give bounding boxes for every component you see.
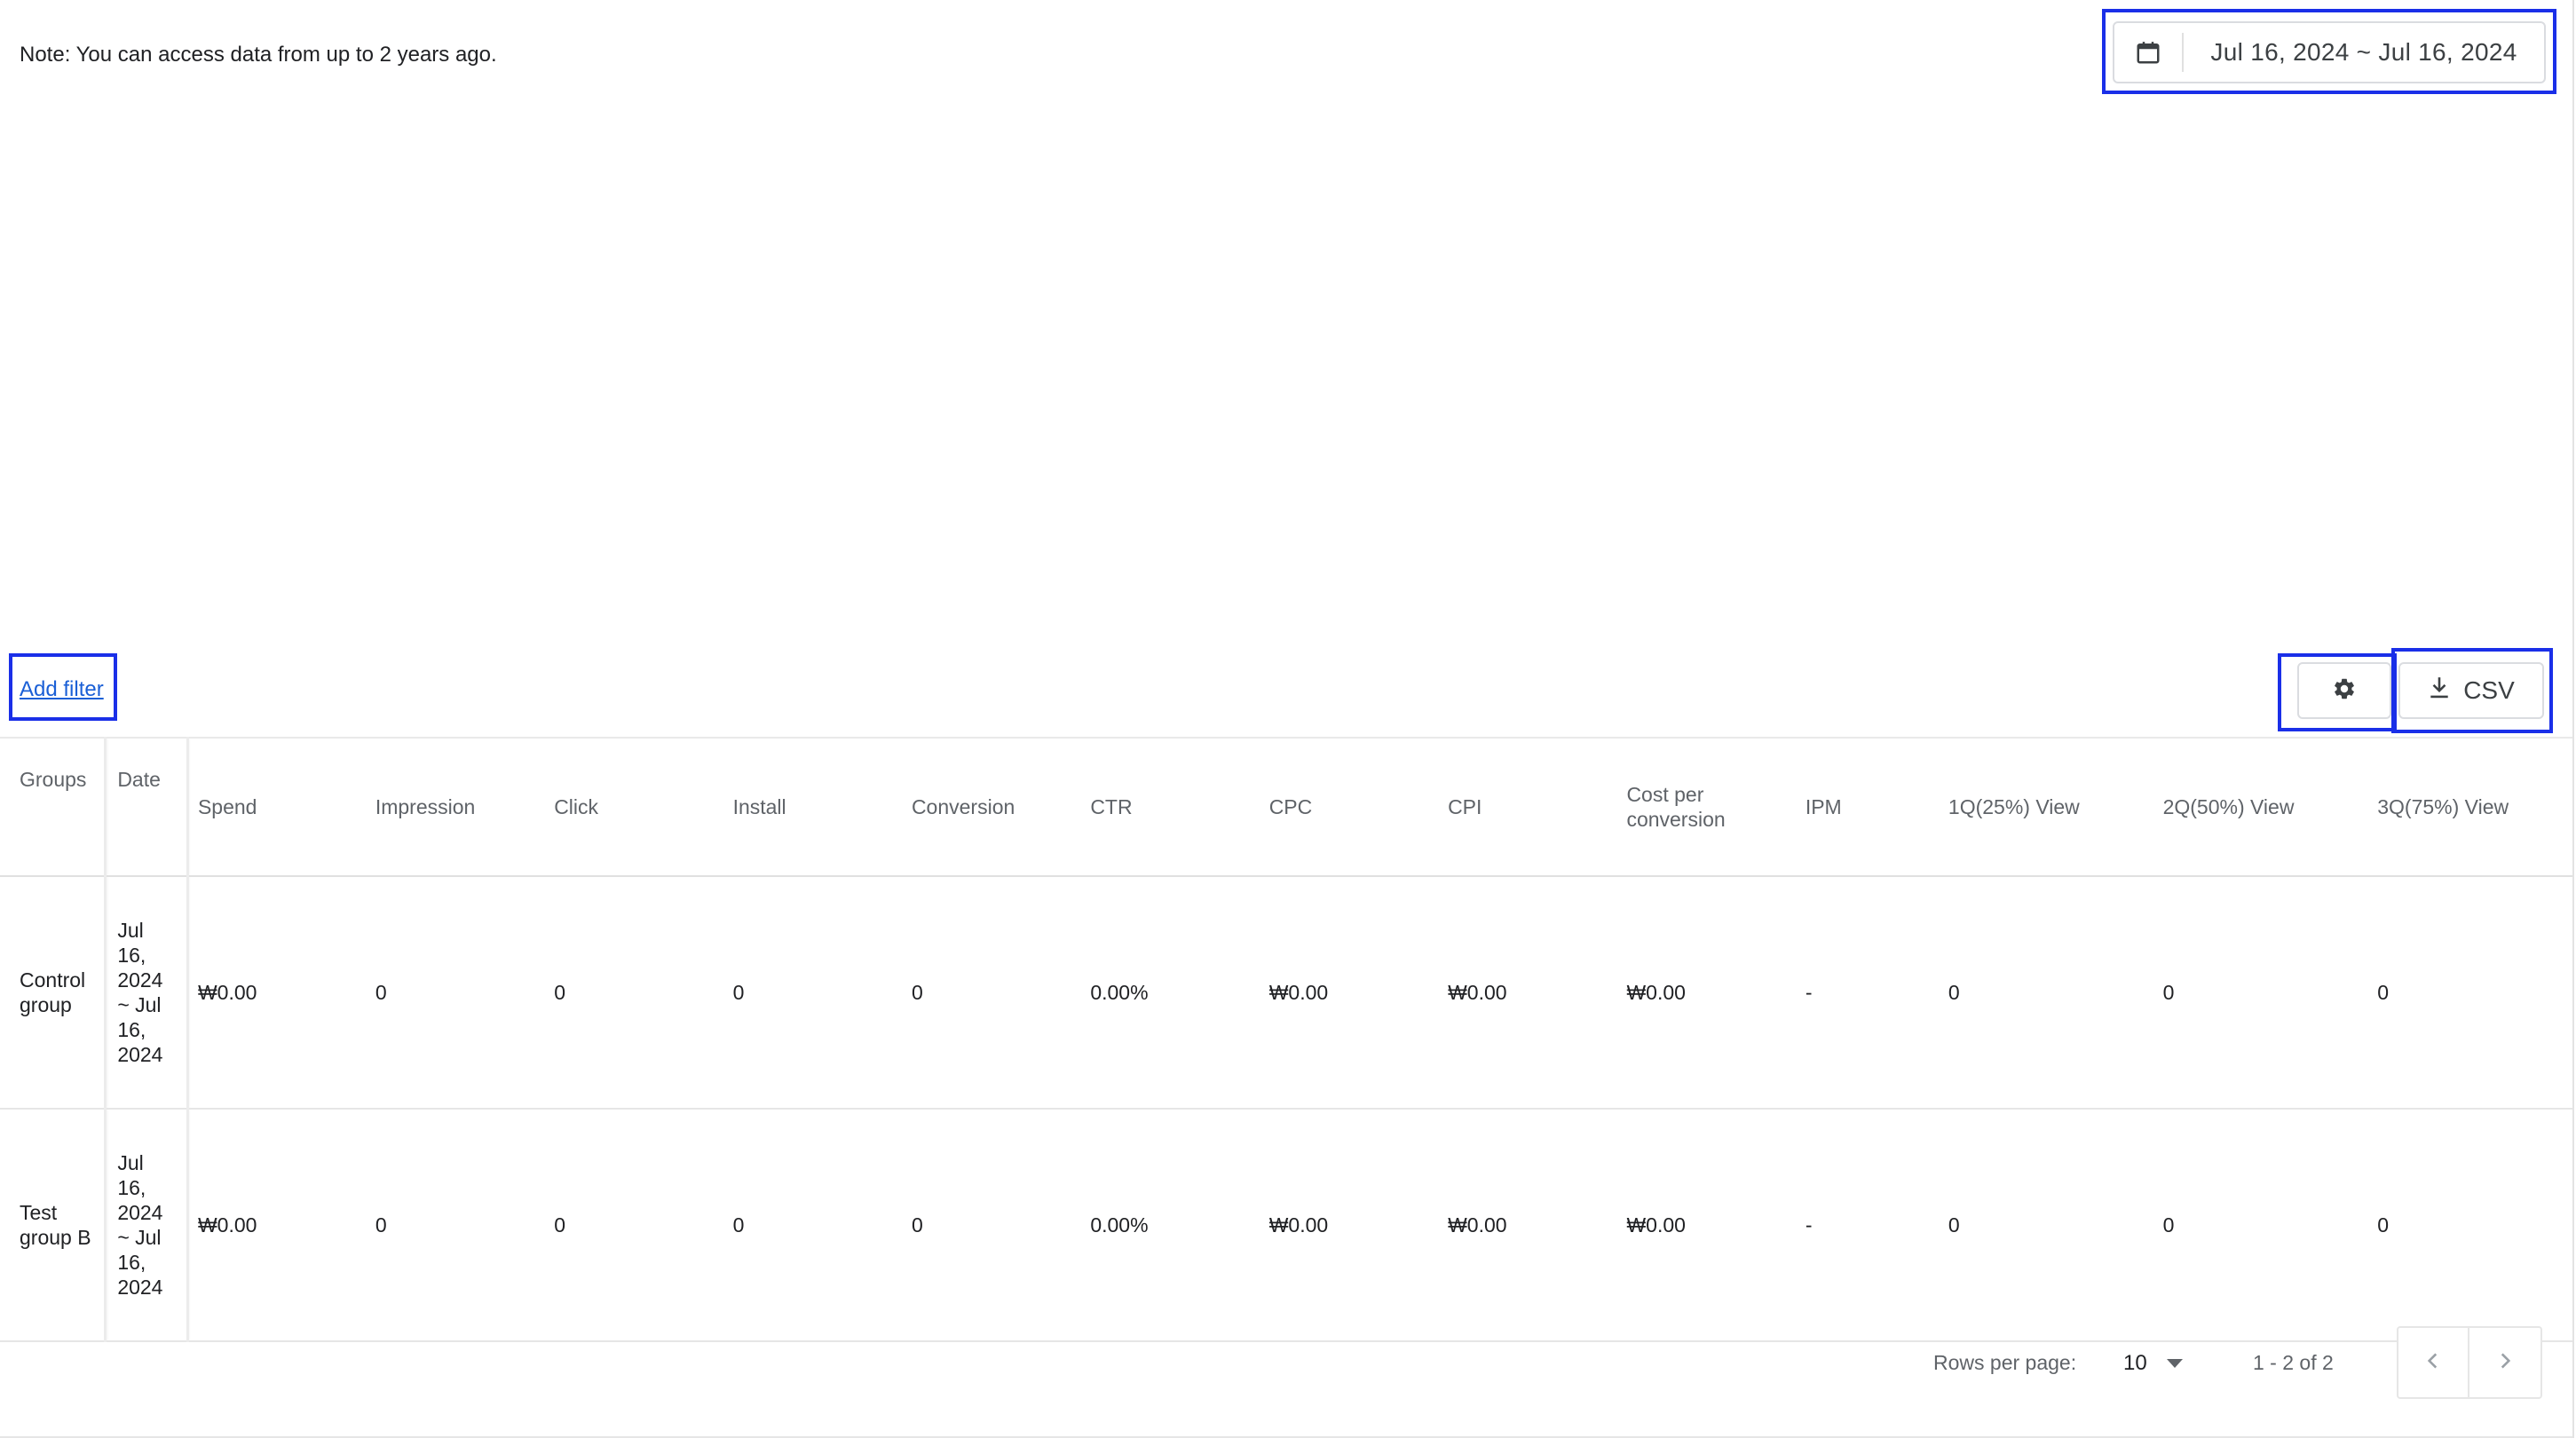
chevron-left-icon	[2422, 1349, 2445, 1377]
content-edge-divider	[2572, 0, 2574, 1438]
date-range-text: Jul 16, 2024 ~ Jul 16, 2024	[2210, 38, 2517, 66]
cell-click: 0	[545, 876, 724, 1110]
table-row: Control group Jul 16, 2024 ~ Jul 16, 202…	[0, 876, 2572, 1110]
csv-button-label: CSV	[2463, 676, 2515, 704]
cell-1q-view: 0	[1939, 876, 2154, 1110]
cell-install: 0	[723, 1109, 903, 1342]
table-header-row: Groups Date Spend Impression Click Insta…	[0, 737, 2572, 877]
column-header-cost-per-conversion: Cost per conversion	[1617, 737, 1797, 877]
cell-group: Test group B	[0, 1109, 107, 1342]
column-header-groups: Groups	[0, 737, 107, 877]
data-retention-note: Note: You can access data from up to 2 y…	[20, 43, 497, 67]
calendar-icon	[2114, 33, 2184, 72]
column-header-install: Install	[723, 737, 903, 877]
pagination-range: 1 - 2 of 2	[2253, 1351, 2334, 1374]
column-header-spend: Spend	[187, 737, 367, 877]
cell-1q-view: 0	[1939, 1109, 2154, 1342]
column-header-conversion: Conversion	[902, 737, 1082, 877]
column-header-ctr: CTR	[1081, 737, 1260, 877]
cell-3q-view: 0	[2368, 876, 2572, 1110]
rows-per-page-value: 10	[2123, 1351, 2147, 1375]
table-pagination: Rows per page: 10 1 - 2 of 2	[0, 1312, 2572, 1438]
column-header-3q-view: 3Q(75%) View	[2368, 737, 2572, 877]
cell-cpi: ₩0.00	[1439, 1109, 1618, 1342]
date-range-picker[interactable]: Jul 16, 2024 ~ Jul 16, 2024	[2113, 21, 2546, 83]
next-page-button[interactable]	[2469, 1326, 2542, 1399]
cell-ipm: -	[1796, 876, 1940, 1110]
column-header-cpi: CPI	[1439, 737, 1618, 877]
report-table: Groups Date Spend Impression Click Insta…	[0, 737, 2572, 1342]
download-icon	[2428, 676, 2451, 707]
cell-conversion: 0	[902, 1109, 1082, 1342]
cell-cpi: ₩0.00	[1439, 876, 1618, 1110]
cell-cost-per-conversion: ₩0.00	[1617, 876, 1797, 1110]
column-header-2q-view: 2Q(50%) View	[2153, 737, 2369, 877]
cell-3q-view: 0	[2368, 1109, 2572, 1342]
column-settings-button[interactable]	[2297, 662, 2391, 719]
cell-conversion: 0	[902, 876, 1082, 1110]
cell-group: Control group	[0, 876, 107, 1110]
cell-ipm: -	[1796, 1109, 1940, 1342]
previous-page-button[interactable]	[2397, 1326, 2469, 1399]
column-header-click: Click	[545, 737, 724, 877]
report-table-container: Groups Date Spend Impression Click Insta…	[0, 737, 2572, 1342]
cell-spend: ₩0.00	[187, 1109, 367, 1342]
csv-download-button[interactable]: CSV	[2398, 662, 2544, 719]
cell-impression: 0	[366, 1109, 546, 1342]
cell-2q-view: 0	[2153, 876, 2369, 1110]
cell-cpc: ₩0.00	[1260, 876, 1440, 1110]
rows-per-page-label: Rows per page:	[1933, 1351, 2077, 1374]
column-header-cpc: CPC	[1260, 737, 1440, 877]
cell-ctr: 0.00%	[1081, 1109, 1260, 1342]
cell-cpc: ₩0.00	[1260, 1109, 1440, 1342]
column-header-ipm: IPM	[1796, 737, 1940, 877]
column-header-1q-view: 1Q(25%) View	[1939, 737, 2154, 877]
cell-impression: 0	[366, 876, 546, 1110]
cell-date: Jul 16, 2024 ~ Jul 16, 2024	[105, 876, 189, 1110]
cell-ctr: 0.00%	[1081, 876, 1260, 1110]
column-header-impression: Impression	[366, 737, 546, 877]
cell-date: Jul 16, 2024 ~ Jul 16, 2024	[105, 1109, 189, 1342]
table-row: Test group B Jul 16, 2024 ~ Jul 16, 2024…	[0, 1109, 2572, 1342]
caret-down-icon	[2166, 1359, 2183, 1368]
rows-per-page-select[interactable]: 10	[2123, 1347, 2194, 1379]
add-filter-link[interactable]: Add filter	[20, 676, 104, 703]
chevron-right-icon	[2493, 1349, 2517, 1377]
cell-spend: ₩0.00	[187, 876, 367, 1110]
cell-2q-view: 0	[2153, 1109, 2369, 1342]
cell-cost-per-conversion: ₩0.00	[1617, 1109, 1797, 1342]
gear-icon	[2332, 676, 2357, 706]
cell-install: 0	[723, 876, 903, 1110]
cell-click: 0	[545, 1109, 724, 1342]
column-header-date: Date	[105, 737, 189, 877]
report-page: Note: You can access data from up to 2 y…	[0, 0, 2576, 1438]
